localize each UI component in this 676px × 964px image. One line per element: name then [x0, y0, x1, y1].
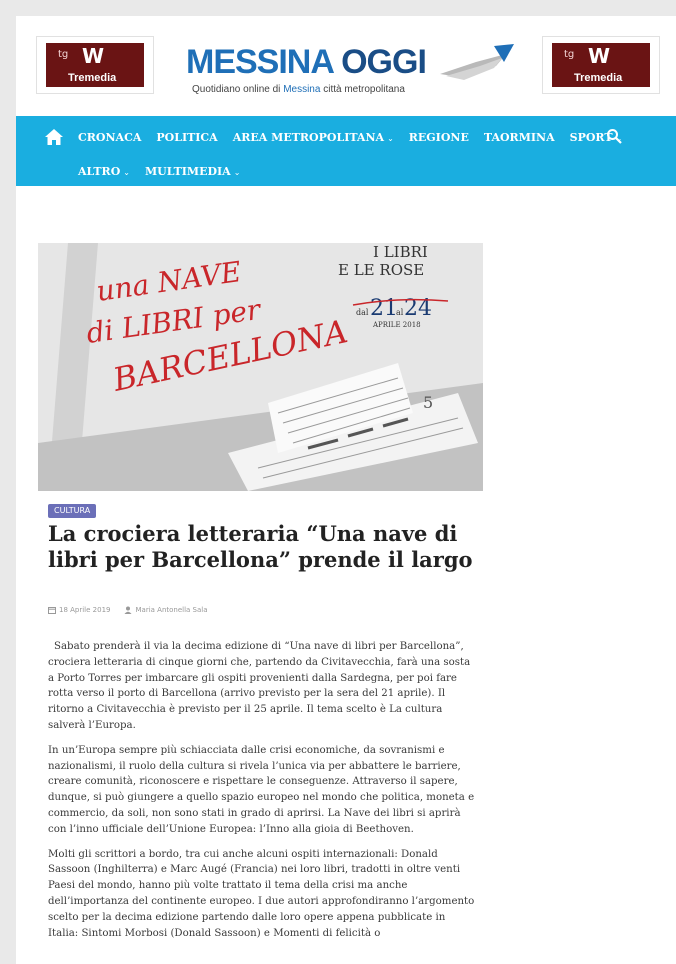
- hero-date-mid: al: [396, 308, 404, 317]
- svg-text:5: 5: [423, 393, 433, 412]
- hero-right-line-2: E LE ROSE: [338, 261, 424, 279]
- nav-item-multimedia[interactable]: MULTIMEDIA ⌄: [145, 165, 240, 178]
- ad-banner-left[interactable]: tg W Tremedia: [36, 36, 154, 94]
- logo-island-graphic: [440, 44, 514, 80]
- nav-item-regione[interactable]: REGIONE: [409, 131, 469, 144]
- main-nav: CRONACA POLITICA AREA METROPOLITANA ⌄ REG…: [16, 116, 676, 186]
- nav-item-label: ALTRO: [78, 164, 121, 178]
- article-author[interactable]: Maria Antonella Sala: [135, 606, 207, 614]
- logo-subtitle-after: città metropolitana: [320, 84, 405, 95]
- ad-logo: tg W Tremedia: [552, 43, 650, 87]
- nav-row-2: ALTRO ⌄ MULTIMEDIA ⌄: [78, 154, 255, 188]
- nav-item-politica[interactable]: POLITICA: [156, 131, 217, 144]
- nav-item-label: POLITICA: [156, 130, 218, 144]
- ad-banner-right[interactable]: tg W Tremedia: [542, 36, 660, 94]
- ad-name: Tremedia: [68, 72, 117, 84]
- nav-item-cronaca[interactable]: CRONACA: [78, 131, 141, 144]
- calendar-icon: [48, 607, 56, 614]
- logo-title-part2: OGGI: [332, 43, 427, 81]
- logo-title: MESSINA OGGI: [186, 43, 427, 81]
- nav-item-label: REGIONE: [408, 130, 469, 144]
- logo-title-part1: MESSINA: [186, 43, 334, 81]
- nav-item-label: AREA METROPOLITANA: [232, 130, 385, 144]
- featured-image[interactable]: 5 una NAVE di LIBRI per BARCELLONA I LIB…: [38, 243, 483, 491]
- article-paragraph: Sabato prenderà il via la decima edizion…: [48, 641, 471, 731]
- logo-subtitle-before: Quotidiano online di: [192, 84, 284, 95]
- nav-item-label: TAORMINA: [483, 130, 555, 144]
- ad-prefix: tg: [58, 49, 69, 60]
- chevron-down-icon: ⌄: [123, 167, 130, 177]
- hero-date-suffix: APRILE 2018: [372, 321, 421, 329]
- ad-logo: tg W Tremedia: [46, 43, 144, 87]
- article-paragraph: In un’Europa sempre più schiacciata dall…: [48, 744, 475, 835]
- article-title: La crociera letteraria “Una nave di libr…: [48, 521, 473, 572]
- hero-date-prefix: dal: [356, 308, 369, 317]
- article-body: Sabato prenderà il via la decima edizion…: [48, 639, 478, 950]
- ad-mark: W: [82, 44, 104, 68]
- site-header: tg W Tremedia MESSINA OGGI Quotidiano on…: [16, 16, 676, 116]
- hero-right-line-1: I LIBRI: [373, 243, 428, 261]
- search-icon[interactable]: [606, 128, 622, 144]
- featured-illustration: 5 una NAVE di LIBRI per BARCELLONA I LIB…: [38, 243, 483, 491]
- nav-item-taormina[interactable]: TAORMINA: [484, 131, 555, 144]
- nav-item-area-metropolitana[interactable]: AREA METROPOLITANA ⌄: [233, 131, 394, 144]
- article-paragraph: Molti gli scrittori a bordo, tra cui anc…: [48, 848, 475, 939]
- nav-item-label: CRONACA: [78, 130, 142, 144]
- page: tg W Tremedia MESSINA OGGI Quotidiano on…: [16, 16, 676, 964]
- article-meta: 18 Aprile 2019 Maria Antonella Sala: [48, 606, 208, 614]
- home-icon[interactable]: [44, 128, 64, 146]
- chevron-down-icon: ⌄: [387, 133, 394, 143]
- logo-subtitle-highlight: Messina: [283, 84, 321, 95]
- ad-name: Tremedia: [574, 72, 623, 84]
- nav-item-label: MULTIMEDIA: [144, 164, 231, 178]
- ad-mark: W: [588, 44, 610, 68]
- chevron-down-icon: ⌄: [233, 167, 241, 177]
- site-logo[interactable]: MESSINA OGGI Quotidiano online di Messin…: [186, 44, 516, 106]
- nav-item-altro[interactable]: ALTRO ⌄: [78, 165, 130, 178]
- ad-prefix: tg: [564, 49, 575, 60]
- logo-subtitle: Quotidiano online di Messina città metro…: [192, 84, 405, 95]
- article-date[interactable]: 18 Aprile 2019: [59, 606, 110, 614]
- nav-row-1: CRONACA POLITICA AREA METROPOLITANA ⌄ REG…: [44, 120, 637, 154]
- category-badge[interactable]: CULTURA: [48, 504, 97, 518]
- user-icon: [124, 606, 132, 614]
